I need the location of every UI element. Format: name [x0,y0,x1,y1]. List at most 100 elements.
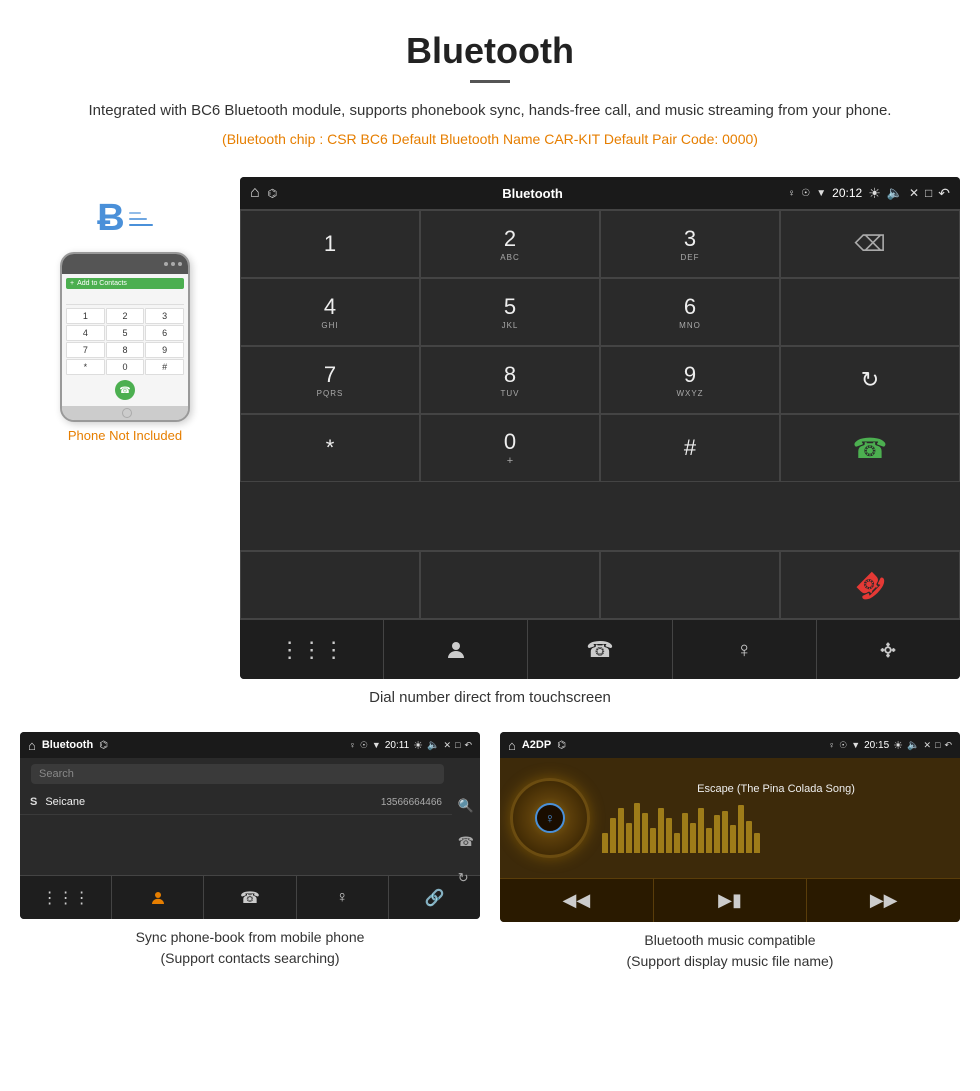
volume-icon[interactable]: 🔈 [887,185,903,201]
phone-bottom-row: ☎ [66,378,184,402]
pb-bt-btn[interactable]: ♀ [297,876,389,919]
home-icon[interactable]: ⌂ [250,184,260,202]
car-time: 20:12 [832,186,862,200]
page-title: Bluetooth [60,30,920,72]
dial-key-1[interactable]: 1 [240,210,420,278]
phone-key-8[interactable]: 8 [106,342,145,358]
phone-key-2[interactable]: 2 [106,308,145,324]
dial-key-7[interactable]: 7 PQRS [240,346,420,414]
music-vol-icon[interactable]: 🔈 [907,740,919,751]
phone-key-1[interactable]: 1 [66,308,105,324]
dial-reload[interactable]: ↻ [780,346,960,414]
phone-contact-add [66,293,184,305]
pb-home-icon[interactable]: ⌂ [28,738,36,753]
close-icon[interactable]: ✕ [909,186,919,200]
eq-bar [714,815,720,853]
dial-call-green-button[interactable]: ☎ [780,414,960,482]
dial-empty-backspace[interactable]: ⌫ [780,210,960,278]
dial-key-4[interactable]: 4 GHI [240,278,420,346]
pb-search-area: Search [25,764,450,784]
pb-dialpad-btn[interactable]: ⋮⋮⋮ [20,876,112,919]
music-screenshot-wrap: ⌂ A2DP ⌬ ♀ ☉ ▼ 20:15 ☀ 🔈 ✕ □ ↶ [500,732,960,972]
eq-bar [650,828,656,853]
phone-dialpad: 1 2 3 4 5 6 7 8 9 * 0 # [66,308,184,375]
reload-icon: ↻ [861,367,879,393]
pb-close-icon[interactable]: ✕ [443,740,451,751]
eq-bar [738,805,744,853]
phone-key-5[interactable]: 5 [106,325,145,341]
pb-search-field[interactable]: Search [31,764,444,784]
car-settings-btn[interactable] [817,620,960,679]
dial-key-2[interactable]: 2 ABC [420,210,600,278]
bottom-screenshots: ⌂ Bluetooth ⌬ ♀ ☉ ▼ 20:11 ☀ 🔈 ✕ □ ↶ [0,732,980,972]
pb-reload-side-icon[interactable]: ↻ [458,870,474,886]
pb-back-icon[interactable]: ↶ [464,740,472,751]
dial-key-hash[interactable]: # [600,414,780,482]
dial-key-3[interactable]: 3 DEF [600,210,780,278]
phone-home-button[interactable] [62,406,190,420]
dial-key-6[interactable]: 6 MNO [600,278,780,346]
pb-contact-row[interactable]: S Seicane 13566664466 [20,790,452,815]
phone-key-6[interactable]: 6 [145,325,184,341]
phone-key-9[interactable]: 9 [145,342,184,358]
camera-icon[interactable]: ☀ [868,185,881,202]
dial-key-9[interactable]: 9 WXYZ [600,346,780,414]
music-usb-icon: ⌬ [557,740,566,751]
window-icon[interactable]: □ [925,186,932,200]
phonebook-caption: Sync phone-book from mobile phone(Suppor… [136,927,365,969]
car-dialpad-btn[interactable]: ⋮⋮⋮ [240,620,384,679]
car-contacts-btn[interactable] [384,620,528,679]
dial-key-5[interactable]: 5 JKL [420,278,600,346]
phone-call-button[interactable]: ☎ [115,380,135,400]
pb-loc-icon: ☉ [360,740,368,751]
eq-bar [706,828,712,853]
bt-icon-wrap: Ƀ [97,197,152,240]
pb-cam-icon[interactable]: ☀ [413,739,423,752]
dial-key-0[interactable]: 0+ [420,414,600,482]
phone-key-star[interactable]: * [66,359,105,375]
pb-bt-icon: ♀ [349,740,356,750]
car-bluetooth-btn[interactable]: ♀ [673,620,817,679]
pb-win-icon[interactable]: □ [455,740,460,750]
pb-contacts-btn[interactable] [112,876,204,919]
dial-call-red-button[interactable]: ☎ [780,551,960,619]
dial-key-8[interactable]: 8 TUV [420,346,600,414]
phone-key-4[interactable]: 4 [66,325,105,341]
music-cam-icon[interactable]: ☀ [893,739,903,752]
pb-call-side-icon[interactable]: ☎ [458,834,474,850]
eq-bar [626,823,632,853]
pb-vol-icon[interactable]: 🔈 [427,740,439,751]
music-prev-btn[interactable]: ◀◀ [500,879,654,922]
eq-bar [754,833,760,853]
music-back-icon[interactable]: ↶ [944,740,952,751]
music-home-icon[interactable]: ⌂ [508,738,516,753]
phonebook-screen: ⌂ Bluetooth ⌬ ♀ ☉ ▼ 20:11 ☀ 🔈 ✕ □ ↶ [20,732,480,919]
music-close-icon[interactable]: ✕ [923,740,931,751]
eq-bar [746,821,752,853]
eq-bar [658,808,664,853]
music-app-title: A2DP [522,739,551,751]
phone-key-hash[interactable]: # [145,359,184,375]
phone-key-7[interactable]: 7 [66,342,105,358]
music-win-icon[interactable]: □ [935,740,940,750]
bt-music-icon: ♀ [545,810,556,826]
phone-not-included-label: Phone Not Included [68,428,182,443]
car-bottom-toolbar: ⋮⋮⋮ ☎ ♀ [240,619,960,679]
dial-key-star[interactable]: * [240,414,420,482]
music-next-btn[interactable]: ▶▶ [807,879,960,922]
car-phone-btn[interactable]: ☎ [528,620,672,679]
pb-phone-btn[interactable]: ☎ [204,876,296,919]
eq-bar [634,803,640,853]
pb-search-side-icon[interactable]: 🔍 [458,798,474,814]
music-caption: Bluetooth music compatible(Support displ… [627,930,834,972]
bluetooth-symbol-icon: Ƀ [97,197,124,240]
signal-icon: ▼ [816,188,826,199]
backspace-icon: ⌫ [854,231,885,257]
phone-key-3[interactable]: 3 [145,308,184,324]
main-content: Ƀ +Add to Contacts 1 2 [0,177,980,679]
back-icon[interactable]: ↶ [938,185,950,202]
pb-app-title: Bluetooth [42,739,93,751]
music-playpause-btn[interactable]: ▶▮ [654,879,808,922]
phone-key-0[interactable]: 0 [106,359,145,375]
call-green-icon: ☎ [853,432,888,465]
